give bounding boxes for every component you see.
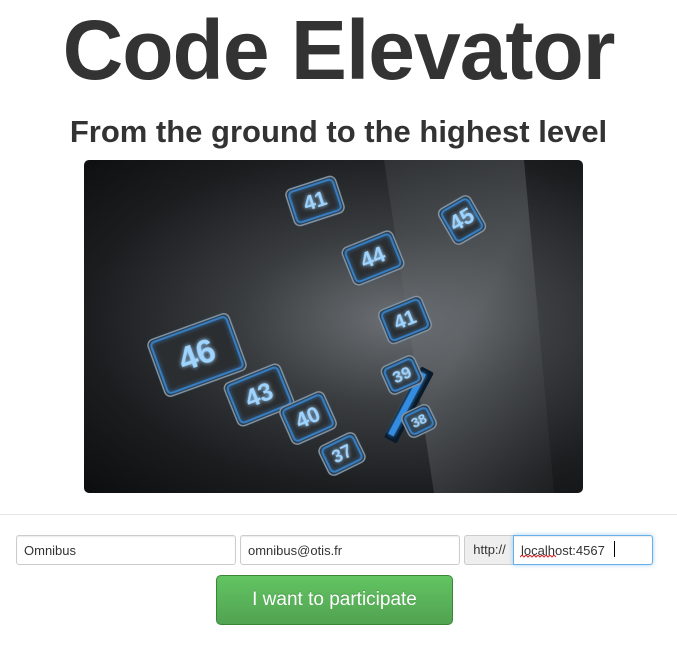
url-prefix: http://	[464, 535, 514, 565]
divider	[0, 514, 677, 515]
page-title: Code Elevator	[62, 3, 616, 97]
text-caret	[614, 541, 615, 557]
email-field[interactable]	[240, 535, 460, 565]
hero-image: 41 44 41 46 43 40 37 39 38 45	[84, 160, 583, 493]
participate-button[interactable]: I want to participate	[216, 575, 453, 625]
page-subtitle: From the ground to the highest level	[69, 114, 608, 149]
name-field[interactable]	[16, 535, 236, 565]
elevator-key: 41	[285, 175, 345, 227]
elevator-key: 37	[318, 432, 366, 476]
server-url-field[interactable]	[513, 535, 653, 565]
